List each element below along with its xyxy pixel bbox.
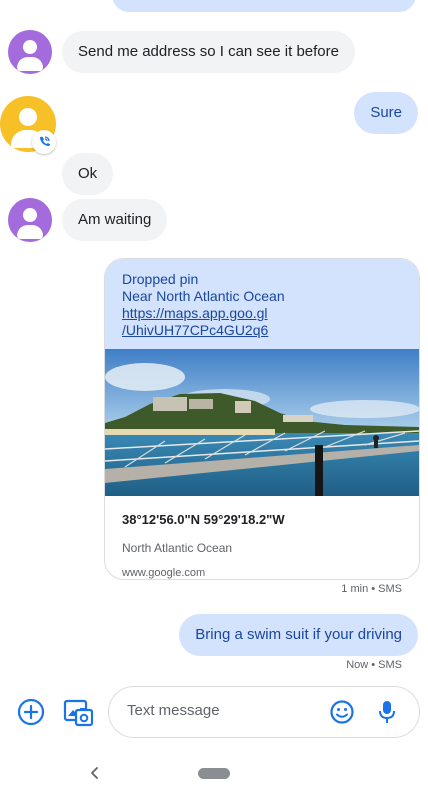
contact-avatar[interactable] (8, 198, 52, 242)
location-title: Dropped pin (122, 271, 199, 287)
incoming-message[interactable]: Am waiting (62, 199, 168, 241)
location-domain: www.google.com (122, 567, 206, 579)
phone-call-icon (32, 130, 56, 154)
message-input[interactable] (125, 701, 319, 720)
location-card[interactable]: Dropped pin Near North Atlantic Ocean ht… (104, 258, 420, 580)
contact-avatar[interactable] (8, 30, 52, 74)
gallery-icon[interactable] (62, 696, 94, 728)
back-chevron-icon[interactable] (88, 765, 102, 781)
message-timestamp: 1 min • SMS (341, 583, 402, 595)
message-timestamp: Now • SMS (346, 659, 402, 671)
incoming-message[interactable]: Send me address so I can see it before (62, 31, 355, 73)
map-link-path[interactable]: /UhivUH77CPc4GU2q6 (122, 322, 402, 339)
location-coordinates: 38°12'56.0"N 59°29'18.2"W (122, 512, 285, 527)
location-place-name: North Atlantic Ocean (122, 541, 233, 555)
location-card-header[interactable]: Dropped pin Near North Atlantic Ocean ht… (105, 259, 419, 349)
location-photo[interactable] (105, 349, 419, 496)
emoji-icon[interactable] (329, 699, 355, 725)
message-compose-box[interactable] (108, 686, 420, 738)
mic-icon[interactable] (375, 698, 399, 726)
location-subtitle: Near North Atlantic Ocean (122, 288, 285, 304)
outgoing-message[interactable]: Sure (354, 92, 418, 134)
outgoing-message[interactable]: Bring a swim suit if your driving (179, 614, 418, 656)
previous-message-bubble[interactable] (112, 0, 416, 12)
plus-circle-icon[interactable] (16, 697, 46, 727)
map-link[interactable]: https://maps.app.goo.gl (122, 305, 402, 322)
incoming-message[interactable]: Ok (62, 153, 114, 195)
home-pill[interactable] (198, 768, 230, 779)
